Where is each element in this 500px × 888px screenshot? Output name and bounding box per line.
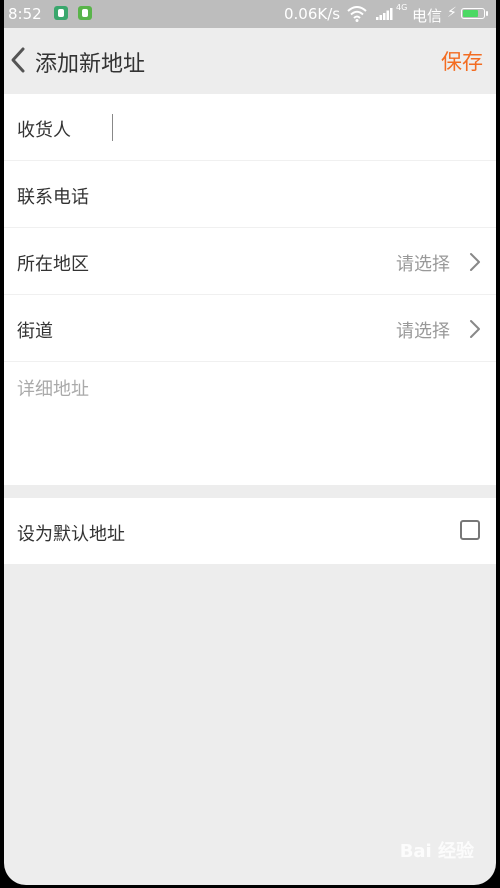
address-form: 收货人 联系电话 所在地区 请选择 街道 请选择 详细地址 [4, 94, 496, 485]
street-value: 请选择 [396, 321, 450, 342]
lock-app-icon [78, 6, 92, 20]
default-address-checkbox[interactable] [460, 520, 480, 540]
default-address-row[interactable]: 设为默认地址 [4, 498, 496, 564]
phone-label: 联系电话 [17, 187, 89, 208]
default-address-label: 设为默认地址 [17, 524, 125, 545]
recipient-label: 收货人 [17, 120, 71, 141]
security-app-icon [54, 6, 68, 20]
status-time: 8:52 [8, 5, 42, 23]
battery-icon [461, 8, 488, 19]
save-button[interactable]: 保存 [441, 46, 483, 76]
phone-field[interactable]: 联系电话 [4, 161, 496, 228]
wifi-icon [347, 6, 367, 22]
detail-address-textarea[interactable]: 详细地址 [4, 362, 496, 485]
recipient-field[interactable]: 收货人 [4, 94, 496, 161]
chevron-right-icon [470, 253, 480, 271]
region-label: 所在地区 [17, 254, 89, 275]
street-selector[interactable]: 街道 请选择 [4, 295, 496, 362]
region-value: 请选择 [396, 254, 450, 275]
status-bar: 8:52 0.06K/s 4G 电信 ⚡ [4, 0, 496, 28]
charging-icon: ⚡ [447, 5, 457, 21]
carrier-name: 电信 [412, 7, 443, 25]
phone-screen: 8:52 0.06K/s 4G 电信 ⚡ 添加新地址 保存 收货人 联系电话 所… [4, 0, 496, 885]
chevron-right-icon [470, 320, 480, 338]
baidu-watermark: Bai 经验 [399, 841, 474, 862]
text-cursor [112, 114, 113, 141]
signal-icon [376, 8, 393, 20]
back-arrow-icon[interactable] [8, 46, 28, 74]
detail-address-placeholder: 详细地址 [17, 379, 89, 400]
header-bar: 添加新地址 保存 [4, 28, 496, 94]
network-type: 4G [396, 3, 408, 12]
region-selector[interactable]: 所在地区 请选择 [4, 228, 496, 295]
street-label: 街道 [17, 321, 53, 342]
network-speed: 0.06K/s [284, 5, 341, 23]
page-title: 添加新地址 [35, 52, 146, 77]
